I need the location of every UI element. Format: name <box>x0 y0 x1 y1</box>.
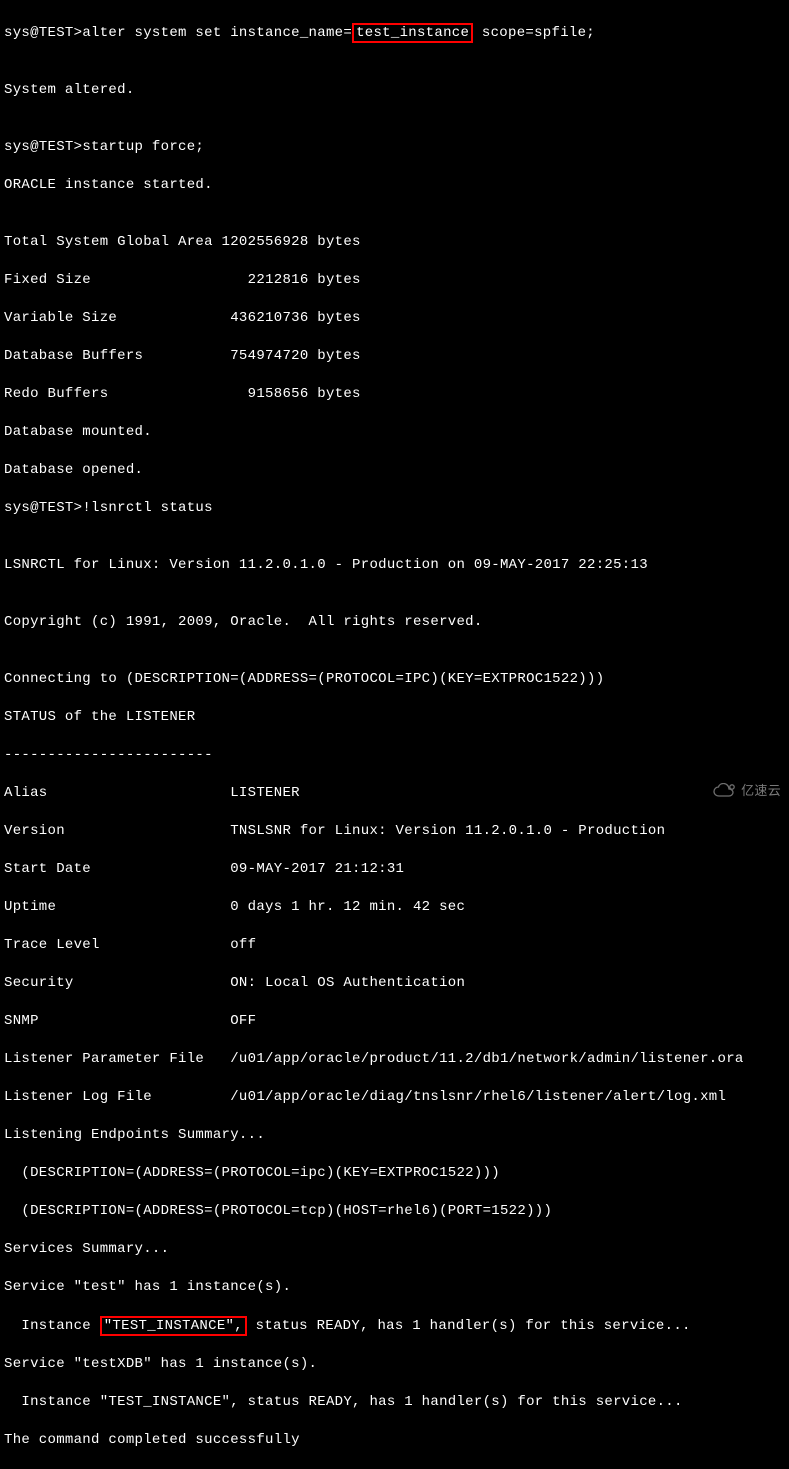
highlighted-instance-name: test_instance <box>352 23 473 43</box>
copyright-line: Copyright (c) 1991, 2009, Oracle. All ri… <box>4 613 785 632</box>
endpoint-tcp: (DESCRIPTION=(ADDRESS=(PROTOCOL=tcp)(HOS… <box>4 1202 785 1221</box>
sga-dbuf: Database Buffers 754974720 bytes <box>4 347 785 366</box>
instance-suffix: status READY, has 1 handler(s) for this … <box>247 1318 691 1334</box>
alias-label: Alias LISTENER <box>4 785 300 801</box>
service-testxdb-line: Service "testXDB" has 1 instance(s). <box>4 1355 785 1374</box>
cmd-lsnrctl: !lsnrctl status <box>82 500 213 516</box>
instance-started-msg: ORACLE instance started. <box>4 176 785 195</box>
endpoints-header: Listening Endpoints Summary... <box>4 1126 785 1145</box>
param-file-label: Listener Parameter File /u01/app/oracle/… <box>4 1051 744 1067</box>
db-mounted-msg: Database mounted. <box>4 423 785 442</box>
log-file-label: Listener Log File /u01/app/oracle/diag/t… <box>4 1089 726 1105</box>
sql-prompt: sys@TEST> <box>4 25 82 41</box>
system-altered-msg: System altered. <box>4 81 785 100</box>
version-label: Version TNSLSNR for Linux: Version 11.2.… <box>4 823 665 839</box>
connecting-line: Connecting to (DESCRIPTION=(ADDRESS=(PRO… <box>4 670 785 689</box>
endpoint-ipc: (DESCRIPTION=(ADDRESS=(PROTOCOL=ipc)(KEY… <box>4 1164 785 1183</box>
sql-prompt: sys@TEST> <box>4 139 82 155</box>
instance-prefix: Instance <box>4 1318 100 1334</box>
cloud-icon <box>713 783 737 799</box>
instance-2-line: Instance "TEST_INSTANCE", status READY, … <box>4 1393 785 1412</box>
status-header: STATUS of the LISTENER <box>4 708 785 727</box>
cmd-alter-pre: alter system set instance_name= <box>82 25 352 41</box>
service-test-line: Service "test" has 1 instance(s). <box>4 1278 785 1297</box>
startdate-label: Start Date 09-MAY-2017 21:12:31 <box>4 861 404 877</box>
cmd-startup: startup force; <box>82 139 204 155</box>
sga-fixed: Fixed Size 2212816 bytes <box>4 271 785 290</box>
uptime-label: Uptime 0 days 1 hr. 12 min. 42 sec <box>4 899 465 915</box>
db-opened-msg: Database opened. <box>4 461 785 480</box>
cmd-alter-post: scope=spfile; <box>473 25 595 41</box>
lsnrctl-banner: LSNRCTL for Linux: Version 11.2.0.1.0 - … <box>4 556 785 575</box>
command-complete: The command completed successfully <box>4 1431 785 1450</box>
security-label: Security ON: Local OS Authentication <box>4 975 465 991</box>
highlighted-test-instance: "TEST_INSTANCE", <box>100 1316 247 1336</box>
sga-redo: Redo Buffers 9158656 bytes <box>4 385 785 404</box>
snmp-label: SNMP OFF <box>4 1013 256 1029</box>
watermark: 亿速云 <box>713 781 781 800</box>
services-header: Services Summary... <box>4 1240 785 1259</box>
sga-total: Total System Global Area 1202556928 byte… <box>4 233 785 252</box>
dashes-line: ------------------------ <box>4 746 785 765</box>
sga-variable: Variable Size 436210736 bytes <box>4 309 785 328</box>
trace-label: Trace Level off <box>4 937 256 953</box>
sql-prompt: sys@TEST> <box>4 500 82 516</box>
terminal-output: sys@TEST>alter system set instance_name=… <box>4 4 785 1469</box>
watermark-text: 亿速云 <box>741 781 781 800</box>
